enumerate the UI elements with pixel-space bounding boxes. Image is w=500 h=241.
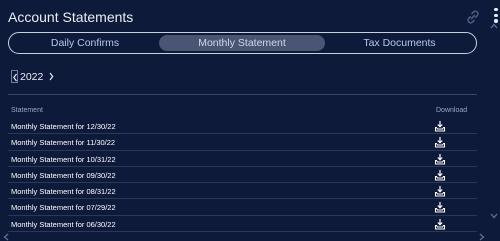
tab-monthly-statement[interactable]: Monthly Statement: [159, 35, 325, 51]
download-icon[interactable]: [434, 185, 446, 197]
column-header-statement: Statement: [11, 107, 43, 114]
statement-type-tabs: Daily Confirms Monthly Statement Tax Doc…: [8, 32, 477, 54]
download-icon[interactable]: [434, 120, 446, 132]
scroll-up-arrow-icon[interactable]: [490, 23, 498, 29]
download-icon[interactable]: [434, 136, 446, 148]
statement-label[interactable]: Monthly Statement for 10/31/22: [11, 155, 116, 164]
table-row: Monthly Statement for 07/29/22: [8, 199, 477, 216]
statement-label[interactable]: Monthly Statement for 08/31/22: [11, 187, 116, 196]
scroll-right-arrow-icon[interactable]: [479, 233, 485, 241]
table-row: Monthly Statement for 11/30/22: [8, 134, 477, 151]
panel-title: Account Statements: [8, 9, 134, 25]
selected-year: 2022: [20, 71, 44, 83]
section-divider: [8, 94, 477, 95]
column-header-download: Download: [436, 107, 468, 114]
table-row: Monthly Statement for 06/30/22: [8, 216, 477, 233]
download-icon[interactable]: [434, 218, 446, 230]
scroll-down-arrow-icon[interactable]: [490, 213, 498, 219]
previous-year-button[interactable]: [11, 70, 18, 83]
table-row: Monthly Statement for 10/31/22: [8, 151, 477, 167]
statement-list: Monthly Statement for 12/30/22 Monthly S…: [8, 118, 477, 233]
statement-label[interactable]: Monthly Statement for 07/29/22: [11, 203, 116, 212]
statement-label[interactable]: Monthly Statement for 09/30/22: [11, 171, 116, 180]
statement-label[interactable]: Monthly Statement for 12/30/22: [11, 122, 116, 131]
next-year-button[interactable]: [48, 70, 55, 83]
tab-tax-documents[interactable]: Tax Documents: [327, 35, 472, 51]
download-icon[interactable]: [434, 201, 446, 214]
statement-label[interactable]: Monthly Statement for 11/30/22: [11, 138, 115, 147]
vertical-scrollbar[interactable]: [490, 23, 498, 233]
download-icon[interactable]: [434, 169, 446, 181]
table-row: Monthly Statement for 08/31/22: [8, 183, 477, 200]
link-icon[interactable]: [465, 9, 481, 25]
tab-daily-confirms[interactable]: Daily Confirms: [12, 35, 158, 51]
statement-label[interactable]: Monthly Statement for 06/30/22: [11, 220, 116, 229]
scroll-left-arrow-icon[interactable]: [3, 233, 9, 241]
download-icon[interactable]: [434, 153, 446, 165]
panel-header: Account Statements: [8, 6, 500, 28]
table-row: Monthly Statement for 12/30/22: [8, 118, 477, 135]
chevron-left-icon: [13, 73, 17, 82]
table-row: Monthly Statement for 09/30/22: [8, 167, 477, 184]
chevron-right-icon: [49, 72, 54, 81]
